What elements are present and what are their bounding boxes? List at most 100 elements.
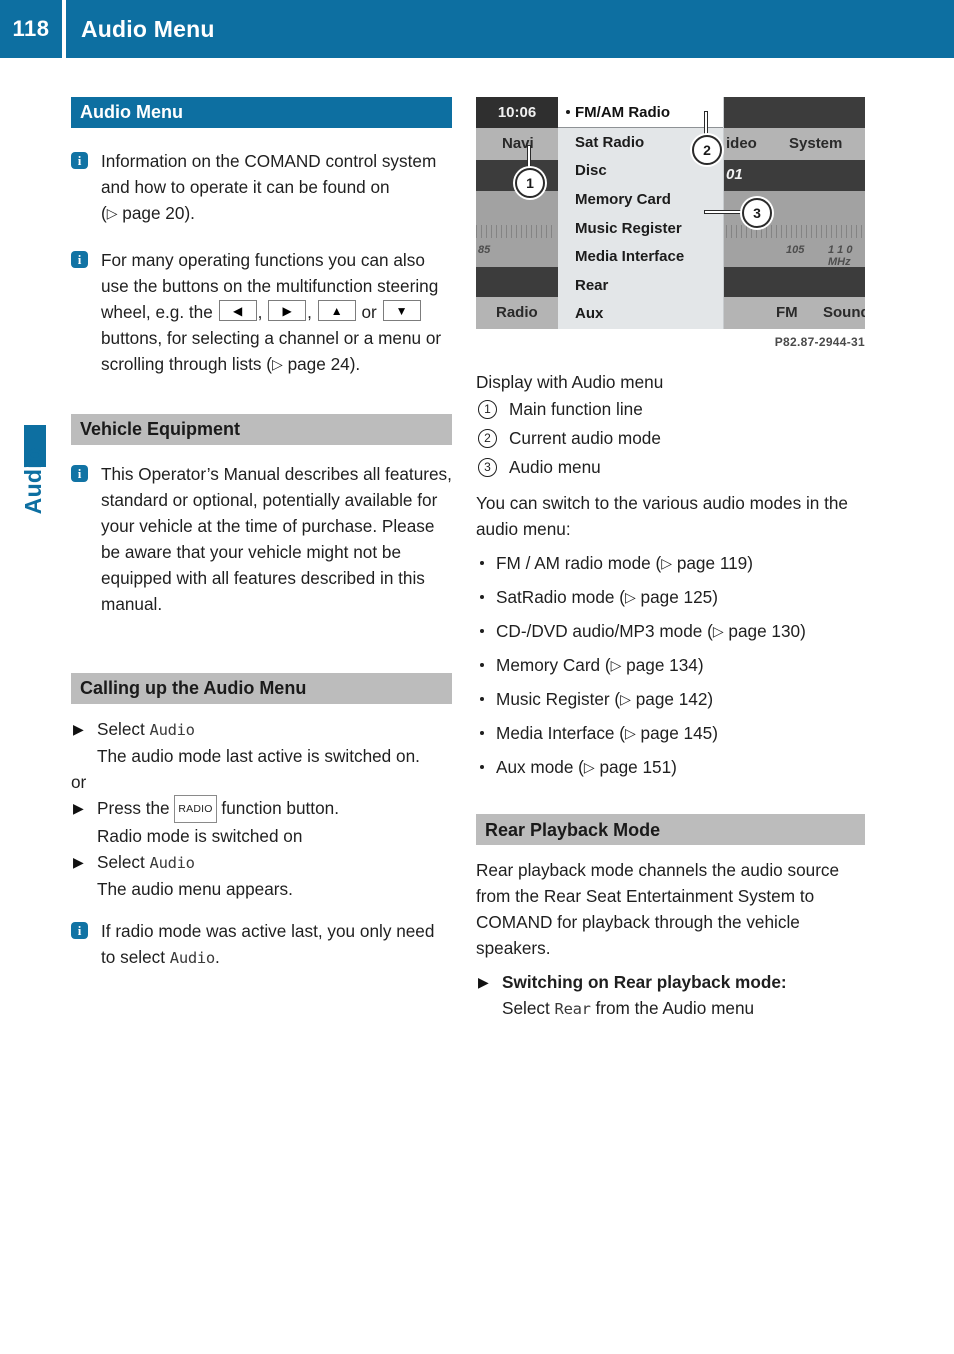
figure-id: P82.87-2944-31 (774, 335, 865, 349)
ui-token-rear[interactable]: Rear (555, 1000, 591, 1018)
page-title: Audio Menu (81, 15, 215, 42)
figure-button-sound[interactable]: Sound (823, 304, 865, 321)
step-marker-icon: ▶ (73, 800, 84, 816)
legend-item-1: 1 Main function line (476, 395, 865, 424)
info-icon: i (71, 251, 88, 268)
figure-caption: Display with Audio menu (476, 372, 664, 392)
audio-mode-ref[interactable]: page 130 (728, 621, 800, 641)
bullet-dot-icon (480, 629, 484, 633)
figure-menu-item-fm-am-radio[interactable]: FM/AM Radio (558, 97, 723, 128)
audio-mode-label: Memory Card ( (496, 655, 611, 675)
figure-button-radio[interactable]: Radio (496, 304, 538, 321)
info-note-radio-mode-pre: If radio mode was active last, you only … (101, 921, 435, 967)
figure-menu-item-media-interface[interactable]: Media Interface (558, 242, 723, 271)
info-icon: i (71, 922, 88, 939)
legend-text-1: Main function line (509, 399, 643, 419)
section-heading-calling-up-audio-menu: Calling up the Audio Menu (71, 673, 452, 704)
ui-token-audio[interactable]: Audio (170, 949, 215, 967)
rear-playback-body: Rear playback mode channels the audio so… (476, 860, 840, 958)
step-select-audio-2-label: Select (97, 852, 150, 872)
step-select-audio-1: ▶ Select Audio The audio mode last activ… (71, 716, 452, 769)
figure-menu-item-music-register[interactable]: Music Register (558, 214, 723, 243)
info-icon: i (71, 465, 88, 482)
left-column: Audio Menu i Information on the COMAND c… (71, 97, 452, 971)
legend-item-2: 2 Current audio mode (476, 424, 865, 453)
legend-number-2: 2 (478, 429, 497, 448)
figure-tuner-scale-left (476, 225, 554, 238)
chapter-tab-label: Audio (20, 447, 46, 515)
right-arrow-icon[interactable]: ▶ (268, 300, 307, 321)
step-marker-icon: ▶ (73, 721, 84, 737)
page-ref-arrow-icon: ▷ (624, 589, 636, 605)
step-switch-rear-playback-post: from the Audio menu (590, 998, 755, 1018)
audio-mode-ref[interactable]: page 151 (599, 757, 671, 777)
audio-mode-ref[interactable]: page 125 (641, 587, 713, 607)
sep: , (257, 302, 268, 322)
figure-button-video[interactable]: ideo (726, 135, 757, 152)
figure-station-partial: 01 (726, 166, 743, 183)
legend-number-1: 1 (478, 400, 497, 419)
legend-text-3: Audio menu (509, 457, 601, 477)
audio-mode-ref[interactable]: page 119 (677, 553, 747, 573)
figure-scale-label-105: 105 (786, 244, 805, 256)
audio-mode-item-music-register: Music Register (▷ page 142) (476, 686, 865, 713)
bullet-dot-icon (480, 731, 484, 735)
step-press-radio-result: Radio mode is switched on (97, 826, 303, 846)
down-arrow-icon[interactable]: ▼ (382, 300, 421, 321)
step-select-audio-2-result: The audio menu appears. (97, 879, 293, 899)
figure-button-fm[interactable]: FM (776, 304, 798, 321)
figure-menu-item-aux[interactable]: Aux (558, 300, 723, 329)
audio-mode-item-media-interface: Media Interface (▷ page 145) (476, 720, 865, 747)
page-number: 118 (12, 16, 50, 41)
info-note-comand: i Information on the COMAND control syst… (71, 148, 452, 227)
step-switch-rear-playback-title: Switching on Rear playback mode: (502, 972, 787, 992)
figure-tuner-scale-right (726, 225, 865, 238)
audio-mode-label: SatRadio mode ( (496, 587, 625, 607)
or-separator: or (71, 772, 87, 792)
audio-mode-label: Aux mode ( (496, 757, 584, 777)
audio-mode-ref[interactable]: page 134 (626, 655, 698, 675)
step-select-audio-1-result: The audio mode last active is switched o… (97, 746, 420, 766)
section-heading-calling-up-audio-menu-label: Calling up the Audio Menu (80, 678, 307, 698)
audio-mode-tail: ) (707, 689, 714, 709)
info-icon: i (71, 152, 88, 169)
figure-button-system[interactable]: System (789, 135, 842, 152)
ui-token-audio[interactable]: Audio (150, 854, 195, 872)
audio-mode-item-fm-am: FM / AM radio mode (▷ page 119) (476, 550, 865, 577)
info-note-steering-wheel-ref[interactable]: page 24 (288, 354, 350, 374)
audio-mode-ref[interactable]: page 145 (641, 723, 713, 743)
audio-mode-ref[interactable]: page 142 (636, 689, 708, 709)
info-note-comand-ref[interactable]: page 20 (122, 203, 184, 223)
radio-button-icon[interactable]: RADIO (174, 795, 217, 823)
up-arrow-icon[interactable]: ▲ (317, 300, 356, 321)
audio-modes-intro: You can switch to the various audio mode… (476, 493, 848, 539)
bullet-dot-icon (480, 595, 484, 599)
page-ref-arrow-icon: ▷ (610, 657, 622, 673)
step-switch-rear-playback-pre: Select (502, 998, 555, 1018)
audio-mode-tail: ) (712, 587, 718, 607)
bullet-dot-icon (480, 697, 484, 701)
figure-menu-item-rear[interactable]: Rear (558, 271, 723, 300)
section-heading-audio-menu-label: Audio Menu (80, 102, 183, 122)
figure-menu-item-memory-card[interactable]: Memory Card (558, 185, 723, 214)
audio-mode-label: FM / AM radio mode ( (496, 553, 662, 573)
figure-scale-label-110mhz: 1 1 0 MHz (828, 244, 853, 268)
legend-text-2: Current audio mode (509, 428, 661, 448)
callout-3: 3 (742, 198, 772, 228)
figure-scale-label-85: 85 (478, 244, 491, 256)
step-press-radio-pre: Press the (97, 798, 175, 818)
step-select-audio-2: ▶ Select Audio The audio menu appears. (71, 849, 452, 902)
step-select-audio-1-label: Select (97, 719, 150, 739)
audio-mode-item-satradio: SatRadio mode (▷ page 125) (476, 584, 865, 611)
figure-audio-menu-panel[interactable]: FM/AM Radio Sat Radio Disc Memory Card M… (558, 97, 724, 329)
sep2: , (307, 302, 317, 322)
page-header: 118 Audio Menu (0, 0, 954, 58)
audio-mode-tail: ) (697, 655, 704, 675)
audio-mode-label: Media Interface ( (496, 723, 625, 743)
left-arrow-icon[interactable]: ◀ (218, 300, 257, 321)
figure-menu-item-label: FM/AM Radio (575, 103, 670, 121)
audio-mode-label: CD-/DVD audio/MP3 mode ( (496, 621, 713, 641)
step-marker-icon: ▶ (478, 974, 489, 990)
ui-token-audio[interactable]: Audio (150, 721, 195, 739)
audio-mode-tail: ) (747, 553, 753, 573)
